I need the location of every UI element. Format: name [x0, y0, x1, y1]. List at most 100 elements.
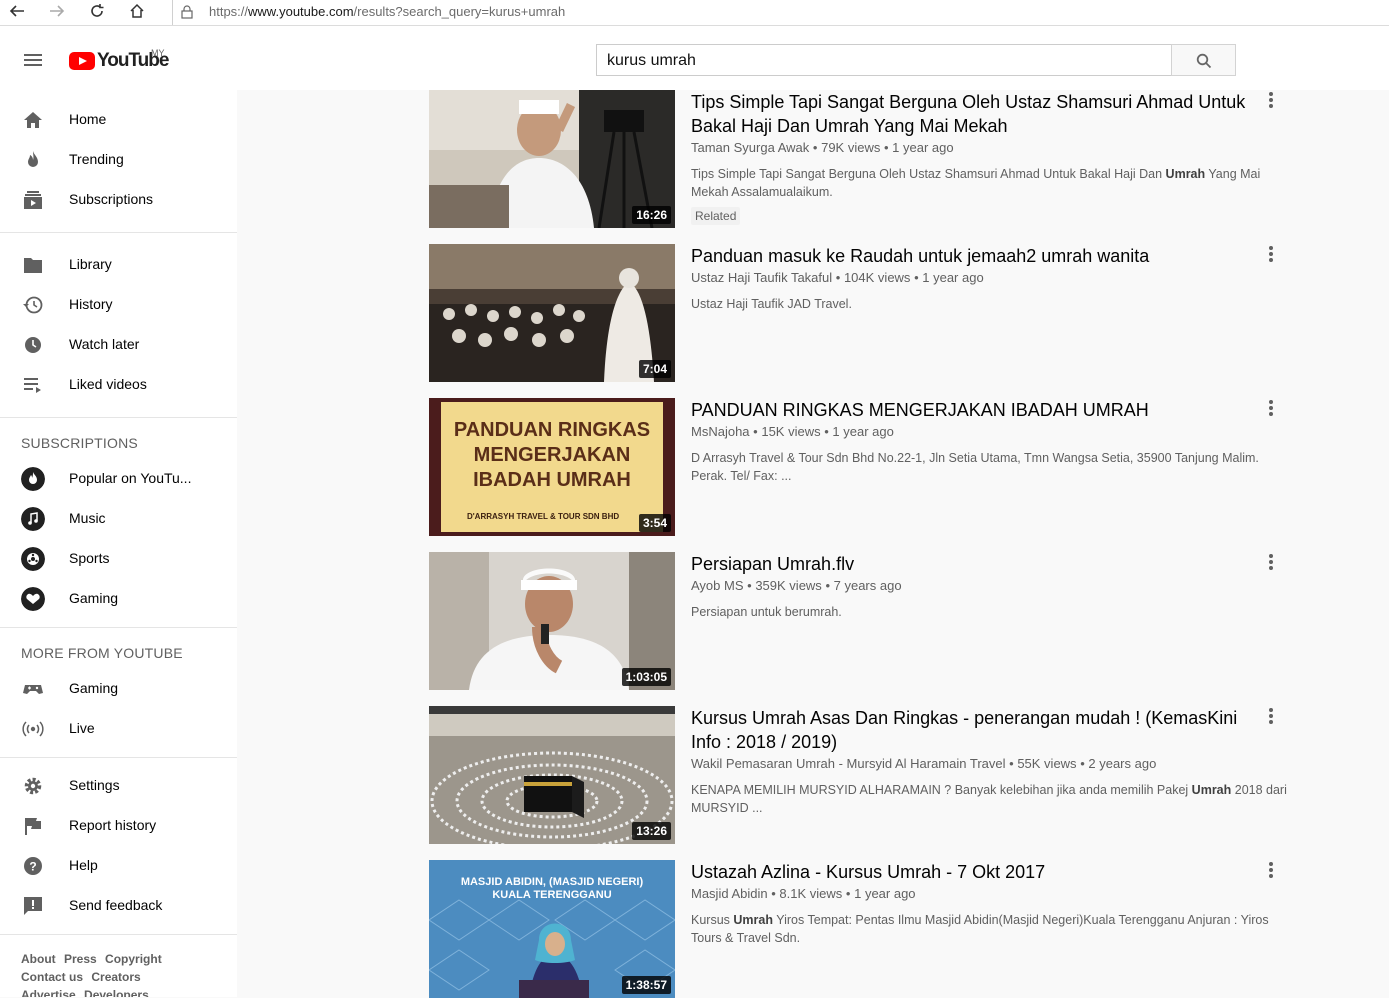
footer-link-developers[interactable]: Developers	[84, 988, 149, 997]
video-description: Tips Simple Tapi Sangat Berguna Oleh Ust…	[691, 167, 1261, 199]
view-count: 79K views	[821, 140, 881, 155]
footer-link-press[interactable]: Press	[64, 952, 97, 966]
more-from-youtube-heading: MORE FROM YOUTUBE	[21, 645, 183, 661]
thumbnail-text: MENGERJAKAN	[473, 444, 631, 466]
video-title[interactable]: Panduan masuk ke Raudah untuk jemaah2 um…	[691, 244, 1251, 268]
channel-name[interactable]: Ayob MS	[691, 578, 744, 593]
upload-age: 2 years ago	[1088, 756, 1157, 771]
more-options-icon[interactable]	[1267, 92, 1275, 110]
search-input[interactable]: kurus umrah	[596, 44, 1172, 76]
sidebar-item-popular[interactable]: Popular on YouTu...	[0, 459, 237, 499]
url-text: https://www.youtube.com/results?search_q…	[209, 4, 566, 19]
more-options-icon[interactable]	[1267, 708, 1275, 726]
divider	[0, 232, 237, 233]
channel-name[interactable]: MsNajoha	[691, 424, 750, 439]
help-icon: ?	[24, 857, 42, 875]
video-thumbnail[interactable]: 7:04	[429, 244, 675, 382]
region-code: MY	[151, 48, 165, 58]
video-description: Kursus Umrah Yiros Tempat: Pentas Ilmu M…	[691, 913, 1269, 945]
sidebar-item-home[interactable]: Home	[0, 100, 237, 140]
search-button[interactable]	[1171, 44, 1236, 76]
upload-age: 1 year ago	[922, 270, 984, 285]
forward-arrow-icon[interactable]	[46, 2, 68, 24]
more-options-icon[interactable]	[1267, 862, 1275, 880]
upload-age: 1 year ago	[854, 886, 916, 901]
channel-name[interactable]: Wakil Pemasaran Umrah - Mursyid Al Haram…	[691, 756, 1006, 771]
more-options-icon[interactable]	[1267, 246, 1275, 264]
upload-age: 1 year ago	[892, 140, 954, 155]
folder-icon	[24, 258, 42, 273]
video-title[interactable]: Kursus Umrah Asas Dan Ringkas - penerang…	[691, 706, 1251, 754]
sidebar-item-gaming[interactable]: Gaming	[0, 579, 237, 619]
footer-link-about[interactable]: About	[21, 952, 56, 966]
divider	[0, 934, 237, 935]
divider	[0, 757, 237, 758]
channel-avatar-icon	[21, 467, 45, 491]
video-duration: 1:38:57	[621, 976, 671, 994]
view-count: 104K views	[843, 270, 911, 285]
video-duration: 3:54	[638, 514, 671, 532]
video-result[interactable]: 13:26 Kursus Umrah Asas Dan Ringkas - pe…	[429, 706, 1309, 844]
video-description: KENAPA MEMILIH MURSYID ALHARAMAIN ? Bany…	[691, 783, 1287, 815]
video-title[interactable]: Tips Simple Tapi Sangat Berguna Oleh Ust…	[691, 90, 1251, 138]
upload-age: 1 year ago	[832, 424, 894, 439]
back-arrow-icon[interactable]	[6, 2, 28, 24]
sidebar-item-liked-videos[interactable]: Liked videos	[0, 365, 237, 405]
channel-name[interactable]: Taman Syurga Awak	[691, 140, 809, 155]
sidebar-item-help[interactable]: ? Help	[0, 846, 237, 886]
video-thumbnail[interactable]: 13:26	[429, 706, 675, 844]
flag-icon	[25, 818, 41, 835]
browser-toolbar: https://www.youtube.com/results?search_q…	[0, 0, 1389, 26]
channel-name[interactable]: Ustaz Haji Taufik Takaful	[691, 270, 832, 285]
more-options-icon[interactable]	[1267, 554, 1275, 572]
sidebar-item-watch-later[interactable]: Watch later	[0, 325, 237, 365]
channel-name[interactable]: Masjid Abidin	[691, 886, 768, 901]
video-metadata: Ustaz Haji Taufik Takaful • 104K views •…	[691, 270, 984, 285]
sidebar-item-sports[interactable]: Sports	[0, 539, 237, 579]
sidebar-item-settings[interactable]: Settings	[0, 766, 237, 806]
sidebar-item-gaming-more[interactable]: Gaming	[0, 669, 237, 709]
footer-link-copyright[interactable]: Copyright	[105, 952, 162, 966]
video-description: Ustaz Haji Taufik JAD Travel.	[691, 297, 852, 311]
video-result[interactable]: 1:03:05 Persiapan Umrah.flv Ayob MS • 35…	[429, 552, 1309, 690]
video-duration: 16:26	[632, 206, 671, 224]
address-bar[interactable]: https://www.youtube.com/results?search_q…	[172, 0, 1389, 25]
refresh-icon[interactable]	[86, 2, 108, 24]
sidebar-item-trending[interactable]: Trending	[0, 140, 237, 180]
video-metadata: Masjid Abidin • 8.1K views • 1 year ago	[691, 886, 916, 901]
video-thumbnail[interactable]: 16:26	[429, 90, 675, 228]
subscriptions-icon	[24, 191, 42, 209]
video-thumbnail[interactable]: PANDUAN RINGKAS MENGERJAKAN IBADAH UMRAH…	[429, 398, 675, 536]
divider	[0, 417, 237, 418]
sidebar-item-live[interactable]: Live	[0, 709, 237, 749]
video-result[interactable]: 16:26 Tips Simple Tapi Sangat Berguna Ol…	[429, 90, 1309, 228]
menu-icon[interactable]	[24, 54, 42, 66]
svg-text:?: ?	[29, 860, 36, 874]
more-options-icon[interactable]	[1267, 400, 1275, 418]
video-title[interactable]: PANDUAN RINGKAS MENGERJAKAN IBADAH UMRAH	[691, 398, 1251, 422]
playlist-icon	[24, 378, 41, 393]
video-duration: 1:03:05	[621, 668, 671, 686]
sidebar-item-music[interactable]: Music	[0, 499, 237, 539]
video-result[interactable]: 7:04 Panduan masuk ke Raudah untuk jemaa…	[429, 244, 1309, 382]
footer-link-advertise[interactable]: Advertise	[21, 988, 76, 997]
sidebar-item-history[interactable]: History	[0, 285, 237, 325]
footer-link-creators[interactable]: Creators	[91, 970, 140, 984]
thumbnail-footer-text: D'ARRASYH TRAVEL & TOUR SDN BHD	[467, 512, 620, 521]
sports-icon	[21, 547, 45, 571]
video-thumbnail[interactable]: 1:03:05	[429, 552, 675, 690]
sidebar-item-library[interactable]: Library	[0, 245, 237, 285]
video-result[interactable]: PANDUAN RINGKAS MENGERJAKAN IBADAH UMRAH…	[429, 398, 1309, 536]
video-result[interactable]: MASJID ABIDIN, (MASJID NEGERI) KUALA TER…	[429, 860, 1309, 998]
sidebar-item-subscriptions[interactable]: Subscriptions	[0, 180, 237, 220]
subscriptions-heading: SUBSCRIPTIONS	[21, 435, 138, 451]
video-thumbnail[interactable]: MASJID ABIDIN, (MASJID NEGERI) KUALA TER…	[429, 860, 675, 998]
video-title[interactable]: Persiapan Umrah.flv	[691, 552, 1251, 576]
footer-link-contact-us[interactable]: Contact us	[21, 970, 83, 984]
home-browser-icon[interactable]	[126, 2, 148, 24]
video-title[interactable]: Ustazah Azlina - Kursus Umrah - 7 Okt 20…	[691, 860, 1251, 884]
video-metadata: MsNajoha • 15K views • 1 year ago	[691, 424, 894, 439]
sidebar-item-send-feedback[interactable]: Send feedback	[0, 886, 237, 926]
home-icon	[24, 112, 42, 128]
sidebar-item-report-history[interactable]: Report history	[0, 806, 237, 846]
